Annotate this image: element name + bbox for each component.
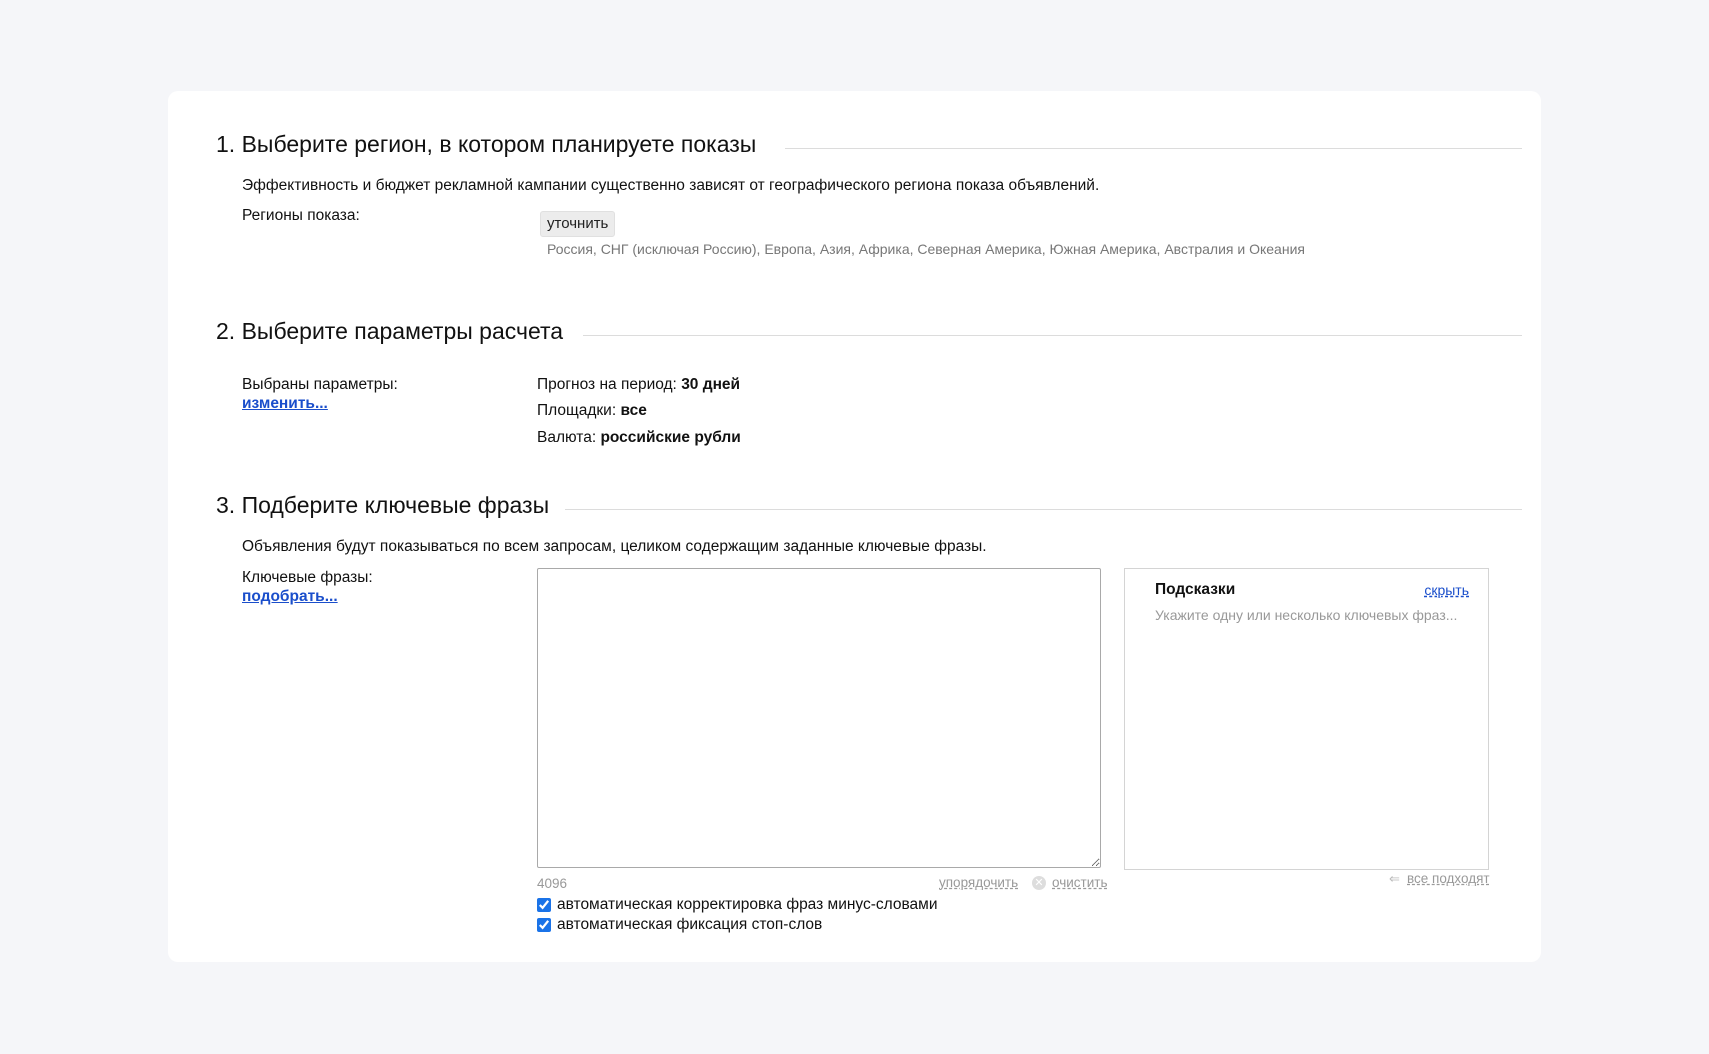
selected-params-label: Выбраны параметры: xyxy=(242,376,398,393)
change-params-link[interactable]: изменить... xyxy=(242,395,328,413)
auto-minus-words-checkbox[interactable] xyxy=(537,898,551,912)
hide-hints-link[interactable]: скрыть xyxy=(1424,582,1469,598)
section-1-description: Эффективность и бюджет рекламной кампани… xyxy=(242,177,1100,194)
section-1-divider xyxy=(785,148,1522,149)
pick-keywords-link[interactable]: подобрать... xyxy=(242,588,338,606)
hints-panel: Подсказки скрыть Укажите одну или нескол… xyxy=(1124,568,1489,870)
section-3-description: Объявления будут показываться по всем за… xyxy=(242,538,987,555)
hints-placeholder: Укажите одну или несколько ключевых фраз… xyxy=(1155,607,1458,623)
char-counter: 4096 xyxy=(537,876,568,891)
sort-keywords-button[interactable]: упорядочить xyxy=(939,875,1018,890)
auto-stopwords-label: автоматическая фиксация стоп-слов xyxy=(557,916,823,933)
param-period-value: 30 дней xyxy=(681,376,741,393)
forecast-form-card: 1. Выберите регион, в котором планируете… xyxy=(168,91,1541,962)
section-2-title: 2. Выберите параметры расчета xyxy=(216,318,563,345)
all-fit-link[interactable]: все подходят xyxy=(1407,871,1490,886)
section-1-title-text: 1. Выберите регион, в котором планируете… xyxy=(216,131,757,157)
param-period-label: Прогноз на период: xyxy=(537,376,677,393)
param-platforms: Площадки: все xyxy=(537,402,647,420)
param-currency: Валюта: российские рубли xyxy=(537,429,741,447)
x-circle-icon[interactable]: ✕ xyxy=(1032,876,1046,890)
section-2-divider xyxy=(583,335,1522,336)
hints-title: Подсказки xyxy=(1155,581,1236,598)
regions-label: Регионы показа: xyxy=(242,207,360,224)
auto-minus-words-label: автоматическая корректировка фраз минус-… xyxy=(557,896,938,913)
keywords-textarea[interactable] xyxy=(537,568,1101,868)
auto-stopwords-option[interactable]: автоматическая фиксация стоп-слов xyxy=(537,916,822,934)
param-period: Прогноз на период: 30 дней xyxy=(537,376,740,394)
keywords-label: Ключевые фразы: xyxy=(242,569,373,586)
section-3-title-text: 3. Подберите ключевые фразы xyxy=(216,492,550,518)
param-currency-value: российские рубли xyxy=(600,429,741,446)
param-platforms-label: Площадки: xyxy=(537,402,617,419)
refine-regions-button[interactable]: уточнить xyxy=(540,211,616,237)
section-1-title: 1. Выберите регион, в котором планируете… xyxy=(216,131,756,158)
clear-keywords-button[interactable]: очистить xyxy=(1052,875,1107,890)
section-3-title: 3. Подберите ключевые фразы xyxy=(216,492,549,519)
param-platforms-value: все xyxy=(620,402,647,419)
regions-value: Россия, СНГ (исключая Россию), Европа, А… xyxy=(547,241,1305,257)
arrow-left-icon: ⇐ xyxy=(1389,871,1400,886)
section-3-divider xyxy=(565,509,1522,510)
auto-stopwords-checkbox[interactable] xyxy=(537,918,551,932)
auto-minus-words-option[interactable]: автоматическая корректировка фраз минус-… xyxy=(537,896,938,914)
param-currency-label: Валюта: xyxy=(537,429,597,446)
section-2-title-text: 2. Выберите параметры расчета xyxy=(216,318,564,344)
